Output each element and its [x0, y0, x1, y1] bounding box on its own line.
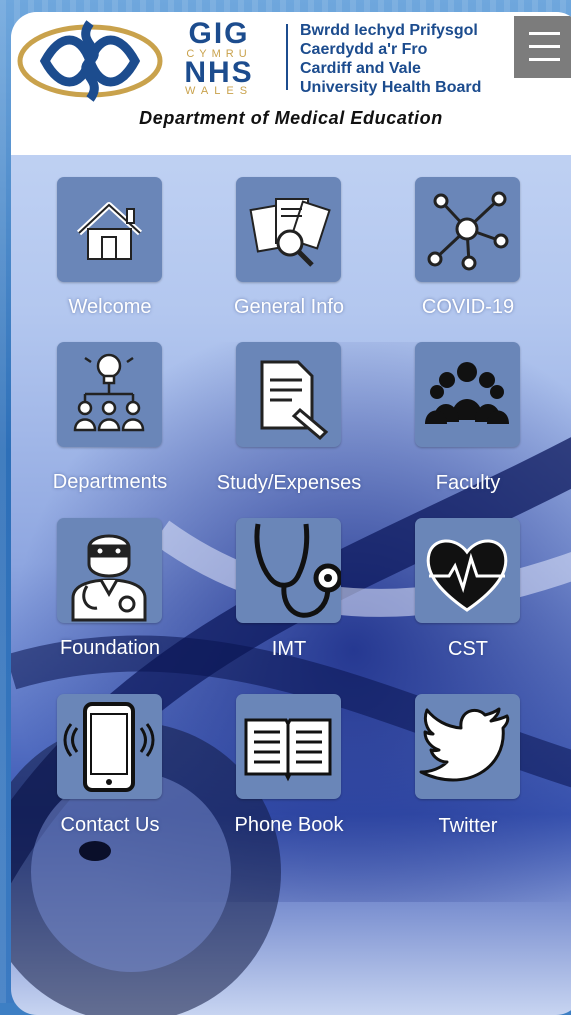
tile-label-covid-19[interactable]: COVID-19: [378, 296, 558, 319]
header-divider: [286, 24, 288, 90]
tile-label-departments[interactable]: Departments: [20, 471, 200, 494]
tile-phone-book[interactable]: [236, 694, 341, 799]
tile-contact-us[interactable]: [57, 694, 162, 799]
house-icon: [76, 202, 143, 260]
documents-magnifier-icon: [249, 198, 331, 267]
board-line-2: Caerdydd a'r Fro: [300, 41, 428, 58]
board-line-4: University Health Board: [300, 79, 482, 96]
nhs-nhs-text: NHS: [184, 56, 254, 89]
tile-label-twitter[interactable]: Twitter: [378, 815, 558, 838]
tile-study-expenses[interactable]: [236, 342, 341, 447]
app-header: GIG CYMRU NHS WALES Bwrdd Iechyd Prifysg…: [11, 12, 571, 155]
tile-cst[interactable]: [415, 518, 520, 623]
board-line-3: Cardiff and Vale: [300, 60, 421, 77]
tile-faculty[interactable]: [415, 342, 520, 447]
tile-welcome[interactable]: [57, 177, 162, 282]
lightbulb-team-icon: [73, 353, 145, 432]
tile-label-general-info[interactable]: General Info: [199, 296, 379, 319]
app-frame: GIG CYMRU NHS WALES Bwrdd Iechyd Prifysg…: [11, 12, 571, 1015]
tile-departments[interactable]: [57, 342, 162, 447]
hamburger-menu-icon: [529, 32, 560, 35]
department-title: Department of Medical Education: [139, 108, 443, 128]
hamburger-menu-button[interactable]: [514, 16, 571, 78]
nhs-gig-text: GIG: [188, 17, 250, 50]
nhs-wales-emblem-icon: [17, 20, 163, 102]
document-pen-icon: [260, 360, 329, 441]
twitter-bird-icon: [419, 707, 510, 782]
tile-label-welcome[interactable]: Welcome: [20, 296, 200, 319]
tile-label-faculty[interactable]: Faculty: [378, 472, 558, 495]
tile-label-contact-us[interactable]: Contact Us: [20, 814, 200, 837]
hamburger-bar: [529, 45, 560, 48]
hamburger-bar: [529, 58, 560, 61]
nhs-wales-text: WALES: [184, 85, 254, 97]
health-board-name: Bwrdd Iechyd Prifysgol Caerdydd a'r Fro …: [300, 21, 481, 97]
tile-label-cst[interactable]: CST: [378, 638, 558, 661]
nhs-wales-wordmark: GIG CYMRU NHS WALES: [169, 17, 269, 97]
people-group-icon: [425, 362, 509, 424]
tile-foundation[interactable]: [57, 518, 162, 623]
tile-imt[interactable]: [236, 518, 341, 623]
virus-network-icon: [427, 191, 509, 271]
tile-label-foundation[interactable]: Foundation: [20, 637, 200, 660]
open-book-icon: [244, 718, 332, 782]
tile-label-phone-book[interactable]: Phone Book: [199, 814, 379, 837]
tile-general-info[interactable]: [236, 177, 341, 282]
tile-covid-19[interactable]: [415, 177, 520, 282]
phone-ringing-icon: [63, 702, 155, 792]
board-line-1: Bwrdd Iechyd Prifysgol: [300, 22, 478, 39]
tile-label-imt[interactable]: IMT: [199, 638, 379, 661]
heart-pulse-icon: [426, 539, 508, 612]
doctor-icon: [71, 534, 147, 622]
stethoscope-icon: [254, 523, 341, 618]
stethoscope-background: [11, 342, 571, 1015]
tile-label-study-expenses[interactable]: Study/Expenses: [199, 472, 379, 495]
tile-twitter[interactable]: [415, 694, 520, 799]
